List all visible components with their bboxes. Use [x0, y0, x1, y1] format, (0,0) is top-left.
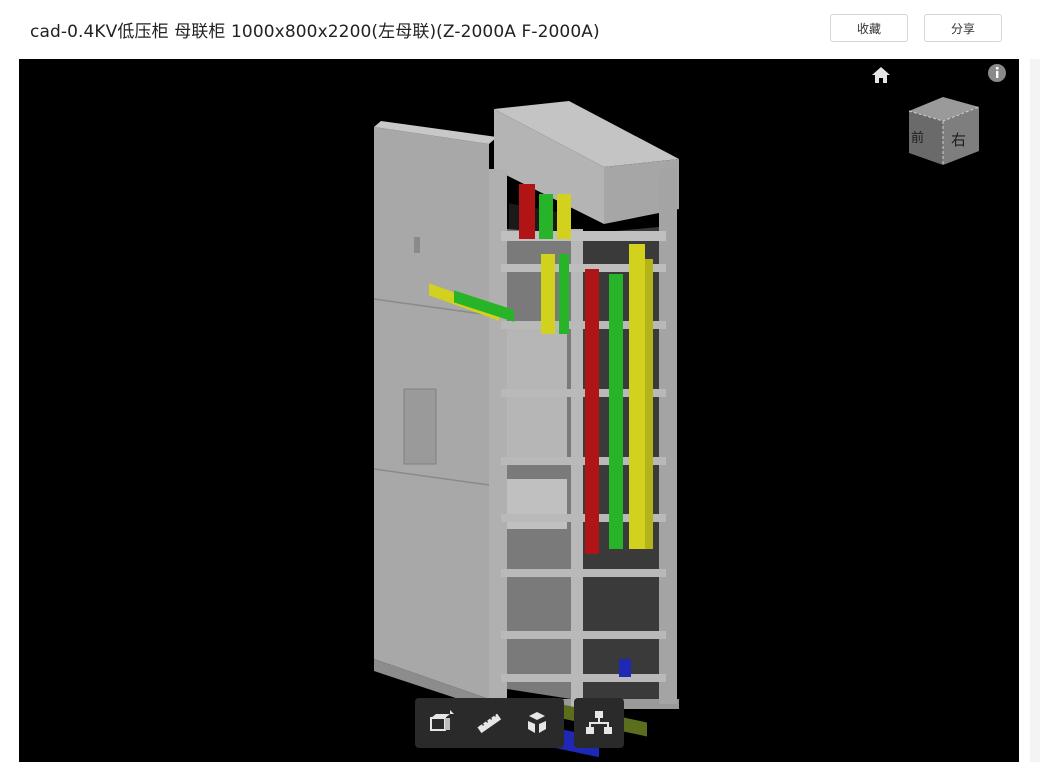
toolbar-group-tree	[574, 698, 624, 748]
measure-tool-button[interactable]	[465, 698, 513, 748]
hierarchy-icon	[586, 711, 612, 734]
share-button[interactable]: 分享	[924, 14, 1002, 42]
header-bar: cad-0.4KV低压柜 母联柜 1000x800x2200(左母联)(Z-20…	[0, 0, 1044, 58]
model-tree-button[interactable]	[575, 698, 623, 748]
model-viewer-canvas[interactable]: 前 右	[19, 59, 1019, 762]
favorite-button[interactable]: 收藏	[830, 14, 908, 42]
section-box-icon	[430, 710, 454, 731]
section-tool-button[interactable]	[417, 698, 465, 748]
toolbar-group-main	[415, 698, 564, 748]
ruler-icon	[477, 713, 502, 734]
explode-tool-button[interactable]	[513, 698, 561, 748]
viewcube-front-label[interactable]: 前	[911, 127, 924, 146]
info-icon[interactable]	[987, 63, 1007, 83]
home-view-icon[interactable]	[870, 65, 892, 85]
viewcube-right-label[interactable]: 右	[951, 129, 966, 150]
viewcube[interactable]: 前 右	[901, 93, 985, 177]
page-title: cad-0.4KV低压柜 母联柜 1000x800x2200(左母联)(Z-20…	[30, 22, 600, 42]
cabinet-3d-model[interactable]	[19, 59, 1019, 762]
page-scrollbar[interactable]	[1030, 59, 1040, 762]
explode-cubes-icon	[528, 712, 546, 733]
